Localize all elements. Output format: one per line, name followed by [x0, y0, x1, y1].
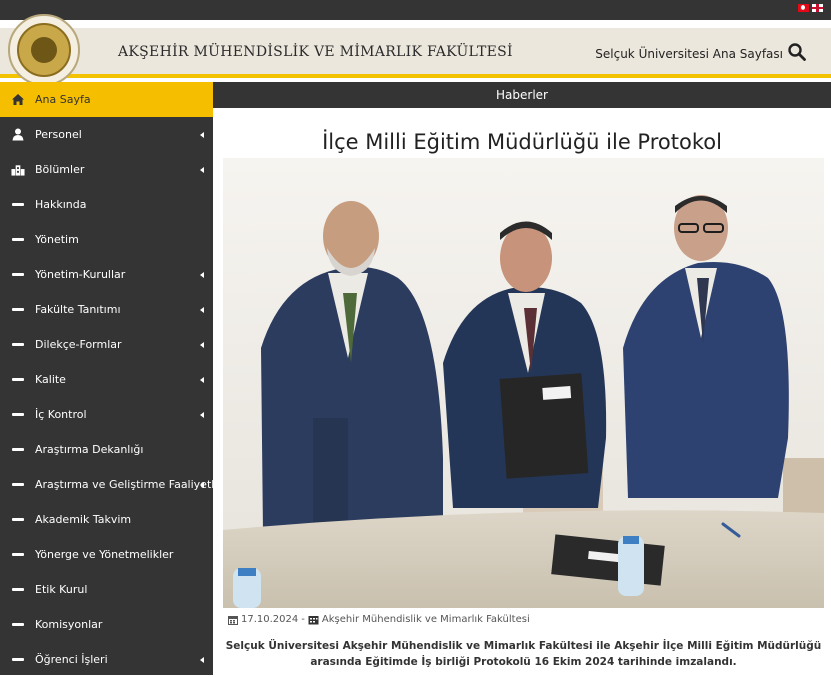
top-bar: [0, 0, 831, 20]
top-spacer: [0, 20, 831, 28]
university-logo[interactable]: [8, 14, 80, 86]
sidebar-item-yonetim[interactable]: Yönetim: [0, 222, 213, 257]
home-icon: [11, 93, 25, 107]
sidebar-item-personel[interactable]: Personel: [0, 117, 213, 152]
university-home-link[interactable]: Selçuk Üniversitesi Ana Sayfası: [595, 47, 783, 61]
dash-icon: [11, 303, 25, 317]
chevron-left-icon: [200, 377, 204, 383]
sidebar-item-bolumler[interactable]: Bölümler: [0, 152, 213, 187]
dash-icon: [11, 653, 25, 667]
dash-icon: [11, 443, 25, 457]
sidebar-item-label: Yönetim-Kurullar: [35, 268, 126, 281]
sidebar-item-etik-kurul[interactable]: Etik Kurul: [0, 572, 213, 607]
sidebar-item-label: Araştırma Dekanlığı: [35, 443, 144, 456]
sidebar-item-label: İç Kontrol: [35, 408, 87, 421]
news-date: 17.10.2024: [241, 614, 299, 625]
sidebar-item-hakkinda[interactable]: Hakkında: [0, 187, 213, 222]
dash-icon: [11, 338, 25, 352]
logo-seal: [17, 23, 71, 77]
sidebar-item-label: Yönerge ve Yönetmelikler: [35, 548, 174, 561]
dash-icon: [11, 233, 25, 247]
sidebar-item-label: Ana Sayfa: [35, 93, 91, 106]
user-icon: [11, 128, 25, 142]
chevron-left-icon: [200, 482, 204, 488]
chevron-left-icon: [200, 272, 204, 278]
news-summary: Selçuk Üniversitesi Akşehir Mühendislik …: [225, 640, 822, 668]
chevron-left-icon: [200, 167, 204, 173]
sidebar-item-label: Yönetim: [35, 233, 79, 246]
dash-icon: [11, 583, 25, 597]
turkish-flag-icon[interactable]: [798, 4, 809, 12]
sidebar-item-label: Personel: [35, 128, 82, 141]
site-header: AKŞEHİR MÜHENDİSLİK VE MİMARLIK FAKÜLTES…: [0, 14, 831, 86]
sidebar-item-akademik-takvim[interactable]: Akademik Takvim: [0, 502, 213, 537]
english-flag-icon[interactable]: [812, 4, 823, 12]
chevron-left-icon: [200, 657, 204, 663]
chevron-left-icon: [200, 342, 204, 348]
section-header: Haberler: [213, 82, 831, 108]
search-icon[interactable]: [787, 42, 807, 62]
sidebar-item-yonetim-kurullar[interactable]: Yönetim-Kurullar: [0, 257, 213, 292]
faculty-title[interactable]: AKŞEHİR MÜHENDİSLİK VE MİMARLIK FAKÜLTES…: [118, 44, 513, 60]
sidebar-item-label: Fakülte Tanıtımı: [35, 303, 121, 316]
dash-icon: [11, 478, 25, 492]
dash-icon: [11, 548, 25, 562]
sidebar-item-label: Kalite: [35, 373, 66, 386]
meta-separator: -: [301, 614, 305, 625]
protocol-photo-illustration: [223, 158, 824, 608]
sidebar-item-dilekce-formlar[interactable]: Dilekçe-Formlar: [0, 327, 213, 362]
dash-icon: [11, 513, 25, 527]
dash-icon: [11, 408, 25, 422]
chevron-left-icon: [200, 412, 204, 418]
news-unit[interactable]: Akşehir Mühendislik ve Mimarlık Fakültes…: [322, 614, 530, 625]
sidebar-item-kalite[interactable]: Kalite: [0, 362, 213, 397]
sidebar-item-label: Etik Kurul: [35, 583, 88, 596]
sidebar-item-yonerge-ve-yonetmelikler[interactable]: Yönerge ve Yönetmelikler: [0, 537, 213, 572]
news-photo: [223, 158, 824, 608]
chevron-left-icon: [200, 307, 204, 313]
sidebar-item-arastirma-ve-gelistirme-faaliyetleri[interactable]: Araştırma ve Geliştirme Faaliyetleri: [0, 467, 229, 502]
sidebar-item-ogrenci-isleri[interactable]: Öğrenci İşleri: [0, 642, 213, 677]
sidebar-item-label: Dilekçe-Formlar: [35, 338, 122, 351]
sidebar-item-label: Öğrenci İşleri: [35, 653, 108, 666]
sidebar-item-label: Akademik Takvim: [35, 513, 132, 526]
dash-icon: [11, 373, 25, 387]
sidebar-item-ana-sayfa[interactable]: Ana Sayfa: [0, 82, 213, 117]
chevron-left-icon: [200, 132, 204, 138]
sidebar-item-label: Hakkında: [35, 198, 87, 211]
sidebar-item-arastirma-dekanligi[interactable]: Araştırma Dekanlığı: [0, 432, 213, 467]
logo-core: [31, 37, 57, 63]
language-switcher: [798, 4, 823, 12]
calendar-icon: [228, 615, 238, 625]
sidebar-item-komisyonlar[interactable]: Komisyonlar: [0, 607, 213, 642]
sidebar-item-fakulte-tanitimi[interactable]: Fakülte Tanıtımı: [0, 292, 213, 327]
sidebar-item-label: Bölümler: [35, 163, 85, 176]
dash-icon: [11, 198, 25, 212]
building-icon: [308, 615, 319, 624]
news-title: İlçe Milli Eğitim Müdürlüğü ile Protokol: [322, 130, 722, 154]
building-icon: [11, 163, 25, 177]
news-meta: 17.10.2024 - Akşehir Mühendislik ve Mima…: [228, 614, 530, 625]
dash-icon: [11, 268, 25, 282]
sidebar-item-ic-kontrol[interactable]: İç Kontrol: [0, 397, 213, 432]
sidebar-item-label: Komisyonlar: [35, 618, 103, 631]
dash-icon: [11, 618, 25, 632]
sidebar-nav: Ana Sayfa Personel Bölümler Hakkında Yönetim…: [0, 82, 229, 677]
